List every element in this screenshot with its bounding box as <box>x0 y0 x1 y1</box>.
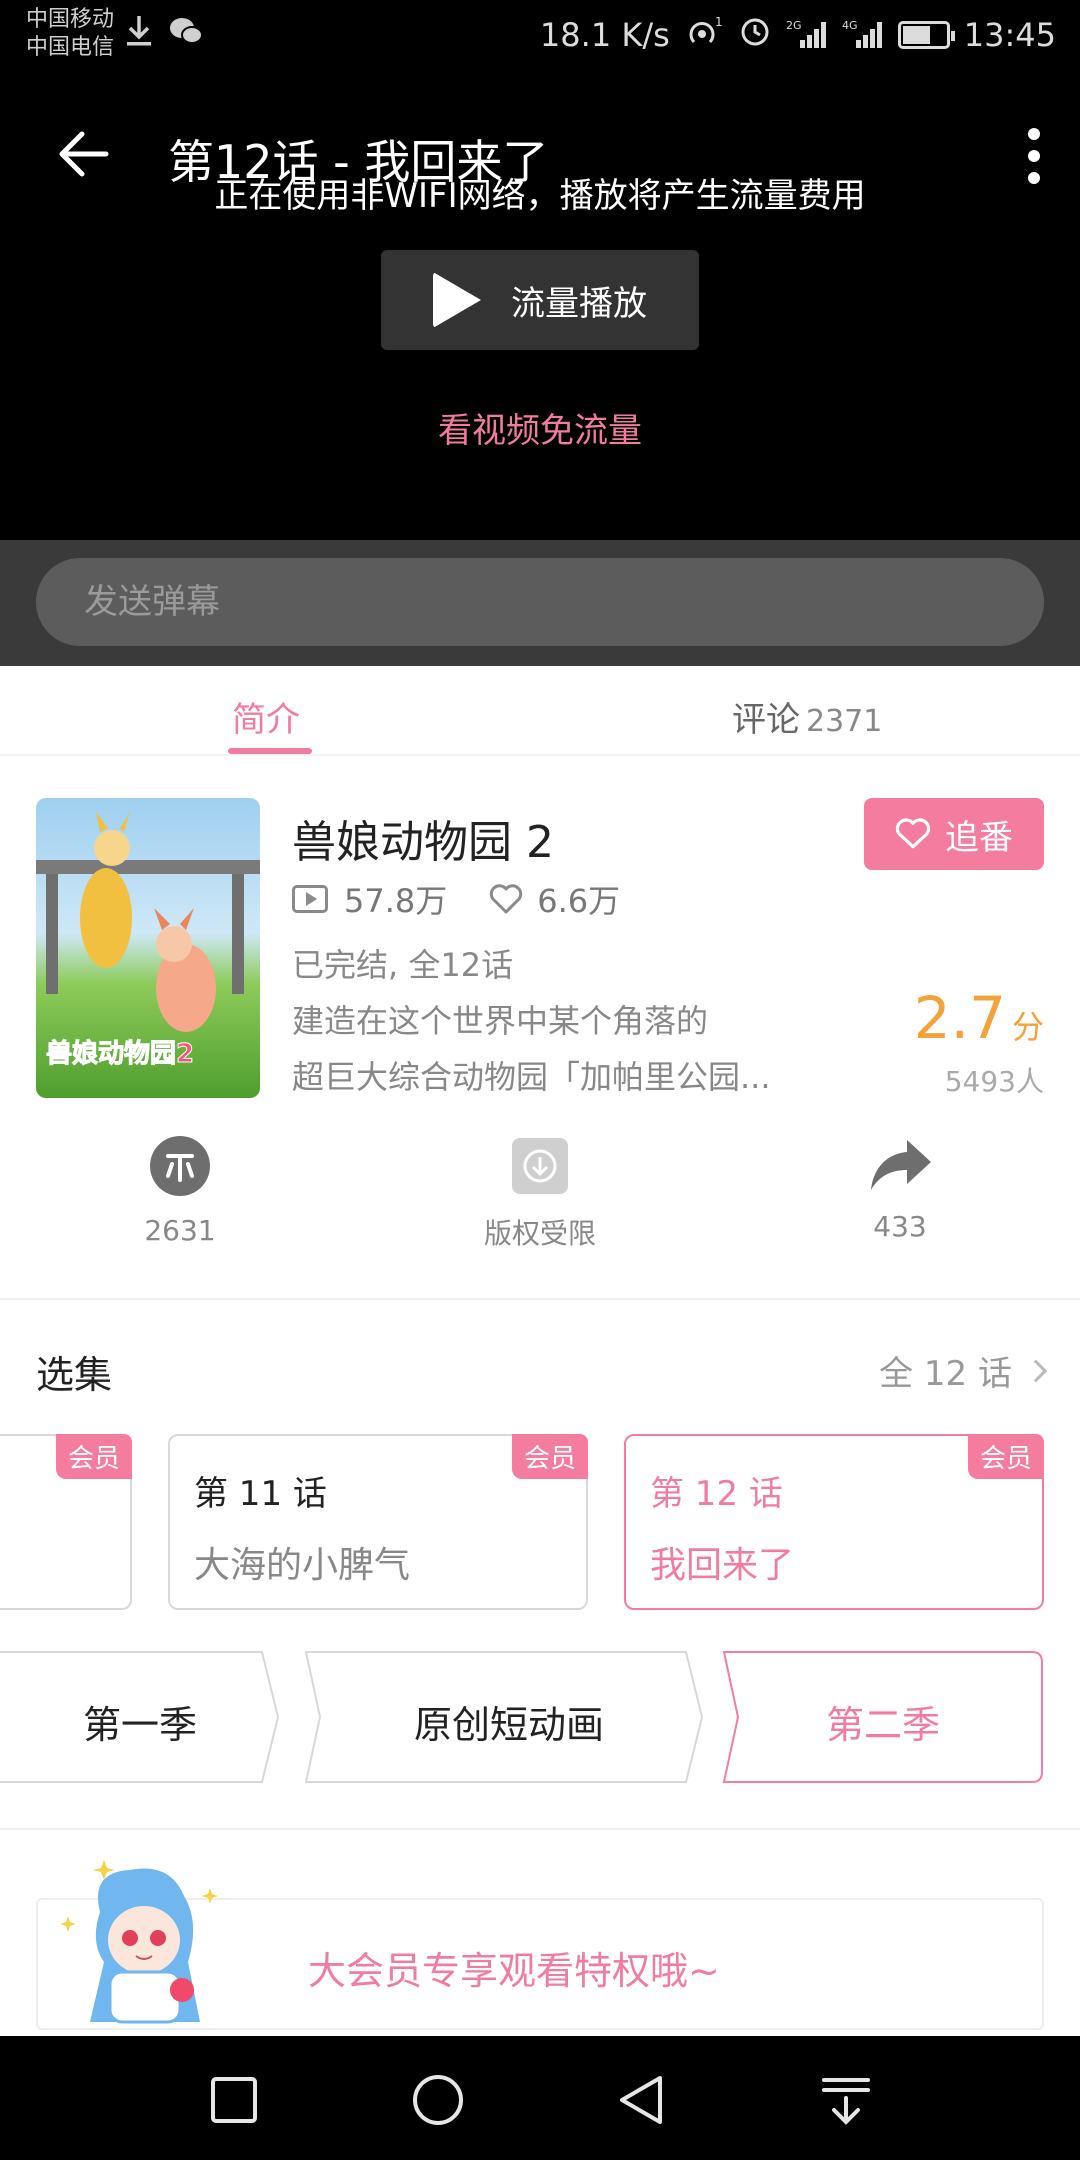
danmaku-input[interactable]: 发送弹幕 <box>36 558 1044 646</box>
download-disabled-icon <box>512 1138 568 1194</box>
mascot-illustration <box>60 1852 240 2034</box>
play-with-data-label: 流量播放 <box>511 283 647 324</box>
episode-total-label: 全 12 话 <box>879 1354 1012 1394</box>
follow-label: 追番 <box>945 817 1013 858</box>
follow-button[interactable]: 追番 <box>864 798 1044 870</box>
status-bar: 中国移动 中国电信 18.1 K/s 1 2G 4G 13:45 <box>0 0 1080 72</box>
divider <box>0 1828 1080 1830</box>
more-dot-icon <box>1028 150 1040 162</box>
episode-card-10[interactable]: 会员 <box>0 1434 132 1610</box>
tab-comments-label: 评论 <box>732 700 800 740</box>
tab-bar: 简介 评论 2371 <box>0 666 1080 756</box>
network-warning: 正在使用非WIFI网络，播放将产生流量费用 <box>214 176 866 216</box>
action-row: 2631 版权受限 433 <box>0 1136 1080 1266</box>
show-stats: 57.8万 6.6万 <box>292 876 620 922</box>
episode-number: 第 12 话 <box>650 1474 783 1514</box>
all-episodes-link[interactable]: 全 12 话 <box>879 1346 1048 1395</box>
episodes-title: 选集 <box>36 1353 113 1397</box>
video-player[interactable]: 中国移动 中国电信 18.1 K/s 1 2G 4G 13:45 第12话 - … <box>0 0 1080 540</box>
rating[interactable]: 2.7 分 <box>914 984 1044 1052</box>
vip-badge: 会员 <box>55 1434 132 1479</box>
recent-apps-button[interactable] <box>204 2070 264 2130</box>
signal-4g-icon: 4G <box>842 19 884 50</box>
show-description-line2[interactable]: 超巨大综合动物园「加帕里公园... <box>292 1052 771 1098</box>
back-nav-button[interactable] <box>612 2070 672 2130</box>
triangle-back-icon <box>620 2076 662 2124</box>
svg-text:4G: 4G <box>842 19 858 32</box>
divider <box>0 1298 1080 1300</box>
pulldown-icon <box>822 2078 870 2125</box>
circle-icon <box>413 2075 463 2125</box>
carrier-1: 中国移动 <box>26 7 115 32</box>
original-shorts-tab[interactable]: 原创短动画 <box>304 1650 714 1784</box>
home-button[interactable] <box>408 2070 468 2130</box>
hotspot-icon: 1 <box>684 14 724 56</box>
battery-icon <box>897 21 955 49</box>
download-icon <box>124 14 154 52</box>
like-count: 6.6万 <box>537 882 621 920</box>
cover-caption: 兽娘动物园2 <box>46 1038 194 1069</box>
square-icon <box>211 2077 257 2123</box>
rating-unit: 分 <box>1011 1008 1044 1046</box>
alarm-icon <box>738 14 772 56</box>
svg-text:1: 1 <box>715 15 723 29</box>
season-label: 第一季 <box>82 1703 197 1747</box>
tab-active-indicator <box>228 748 312 754</box>
play-icon <box>433 272 481 328</box>
vip-badge: 会员 <box>511 1434 588 1479</box>
notification-icons <box>124 14 204 52</box>
season-1-tab[interactable]: 第一季 <box>0 1650 290 1784</box>
episode-name: 我回来了 <box>650 1545 795 1586</box>
play-count-icon <box>292 885 328 913</box>
share-button[interactable]: 433 <box>780 1136 1020 1243</box>
signal-2g-icon: 2G <box>786 19 828 50</box>
tab-intro[interactable]: 简介 <box>232 692 300 741</box>
download-button[interactable]: 版权受限 <box>420 1136 660 1252</box>
episode-name: 大海的小脾气 <box>194 1545 411 1586</box>
coin-count: 2631 <box>144 1214 216 1247</box>
heart-outline-icon <box>895 818 931 849</box>
notification-pulldown-button[interactable] <box>816 2070 876 2130</box>
episode-card-11[interactable]: 会员 第 11 话 大海的小脾气 <box>168 1434 588 1610</box>
comments-count: 2371 <box>806 704 883 739</box>
wechat-icon <box>168 15 204 51</box>
episode-number: 第 11 话 <box>194 1474 327 1514</box>
share-count: 433 <box>873 1210 927 1243</box>
season-label: 第二季 <box>825 1703 940 1747</box>
chevron-right-icon <box>1024 1359 1048 1382</box>
season-label: 原创短动画 <box>413 1703 604 1747</box>
tab-comments[interactable]: 评论 2371 <box>732 692 882 741</box>
season-2-tab[interactable]: 第二季 <box>722 1650 1044 1784</box>
play-with-data-button[interactable]: 流量播放 <box>381 250 699 350</box>
network-speed: 18.1 K/s <box>539 16 670 54</box>
download-label: 版权受限 <box>483 1217 596 1250</box>
season-selector: 第一季 原创短动画 第二季 <box>0 1650 1080 1784</box>
play-count: 57.8万 <box>344 882 448 920</box>
clock: 13:45 <box>963 16 1056 54</box>
heart-icon <box>490 884 523 914</box>
carrier-2: 中国电信 <box>26 35 115 60</box>
more-dot-icon <box>1028 128 1040 140</box>
svg-text:2G: 2G <box>786 19 802 32</box>
show-title: 兽娘动物园 2 <box>292 817 554 868</box>
vip-badge: 会员 <box>967 1434 1044 1479</box>
free-data-link[interactable]: 看视频免流量 <box>0 403 1080 452</box>
share-icon <box>871 1140 931 1190</box>
rating-score: 2.7 <box>913 984 1006 1052</box>
system-nav-bar <box>0 2036 1080 2160</box>
rater-count: 5493人 <box>944 1065 1044 1098</box>
vip-banner-text: 大会员专享观看特权哦~ <box>308 1949 720 1993</box>
coin-icon <box>150 1136 210 1196</box>
cover-image[interactable]: 兽娘动物园2 <box>36 798 260 1098</box>
show-description-line1[interactable]: 建造在这个世界中某个角落的 <box>292 996 708 1042</box>
show-status: 已完结, 全12话 <box>292 946 514 984</box>
episode-card-12[interactable]: 会员 第 12 话 我回来了 <box>624 1434 1044 1610</box>
danmaku-bar: 发送弹幕 <box>0 540 1080 666</box>
carrier-info: 中国移动 中国电信 <box>26 6 114 62</box>
coin-button[interactable]: 2631 <box>60 1136 300 1247</box>
